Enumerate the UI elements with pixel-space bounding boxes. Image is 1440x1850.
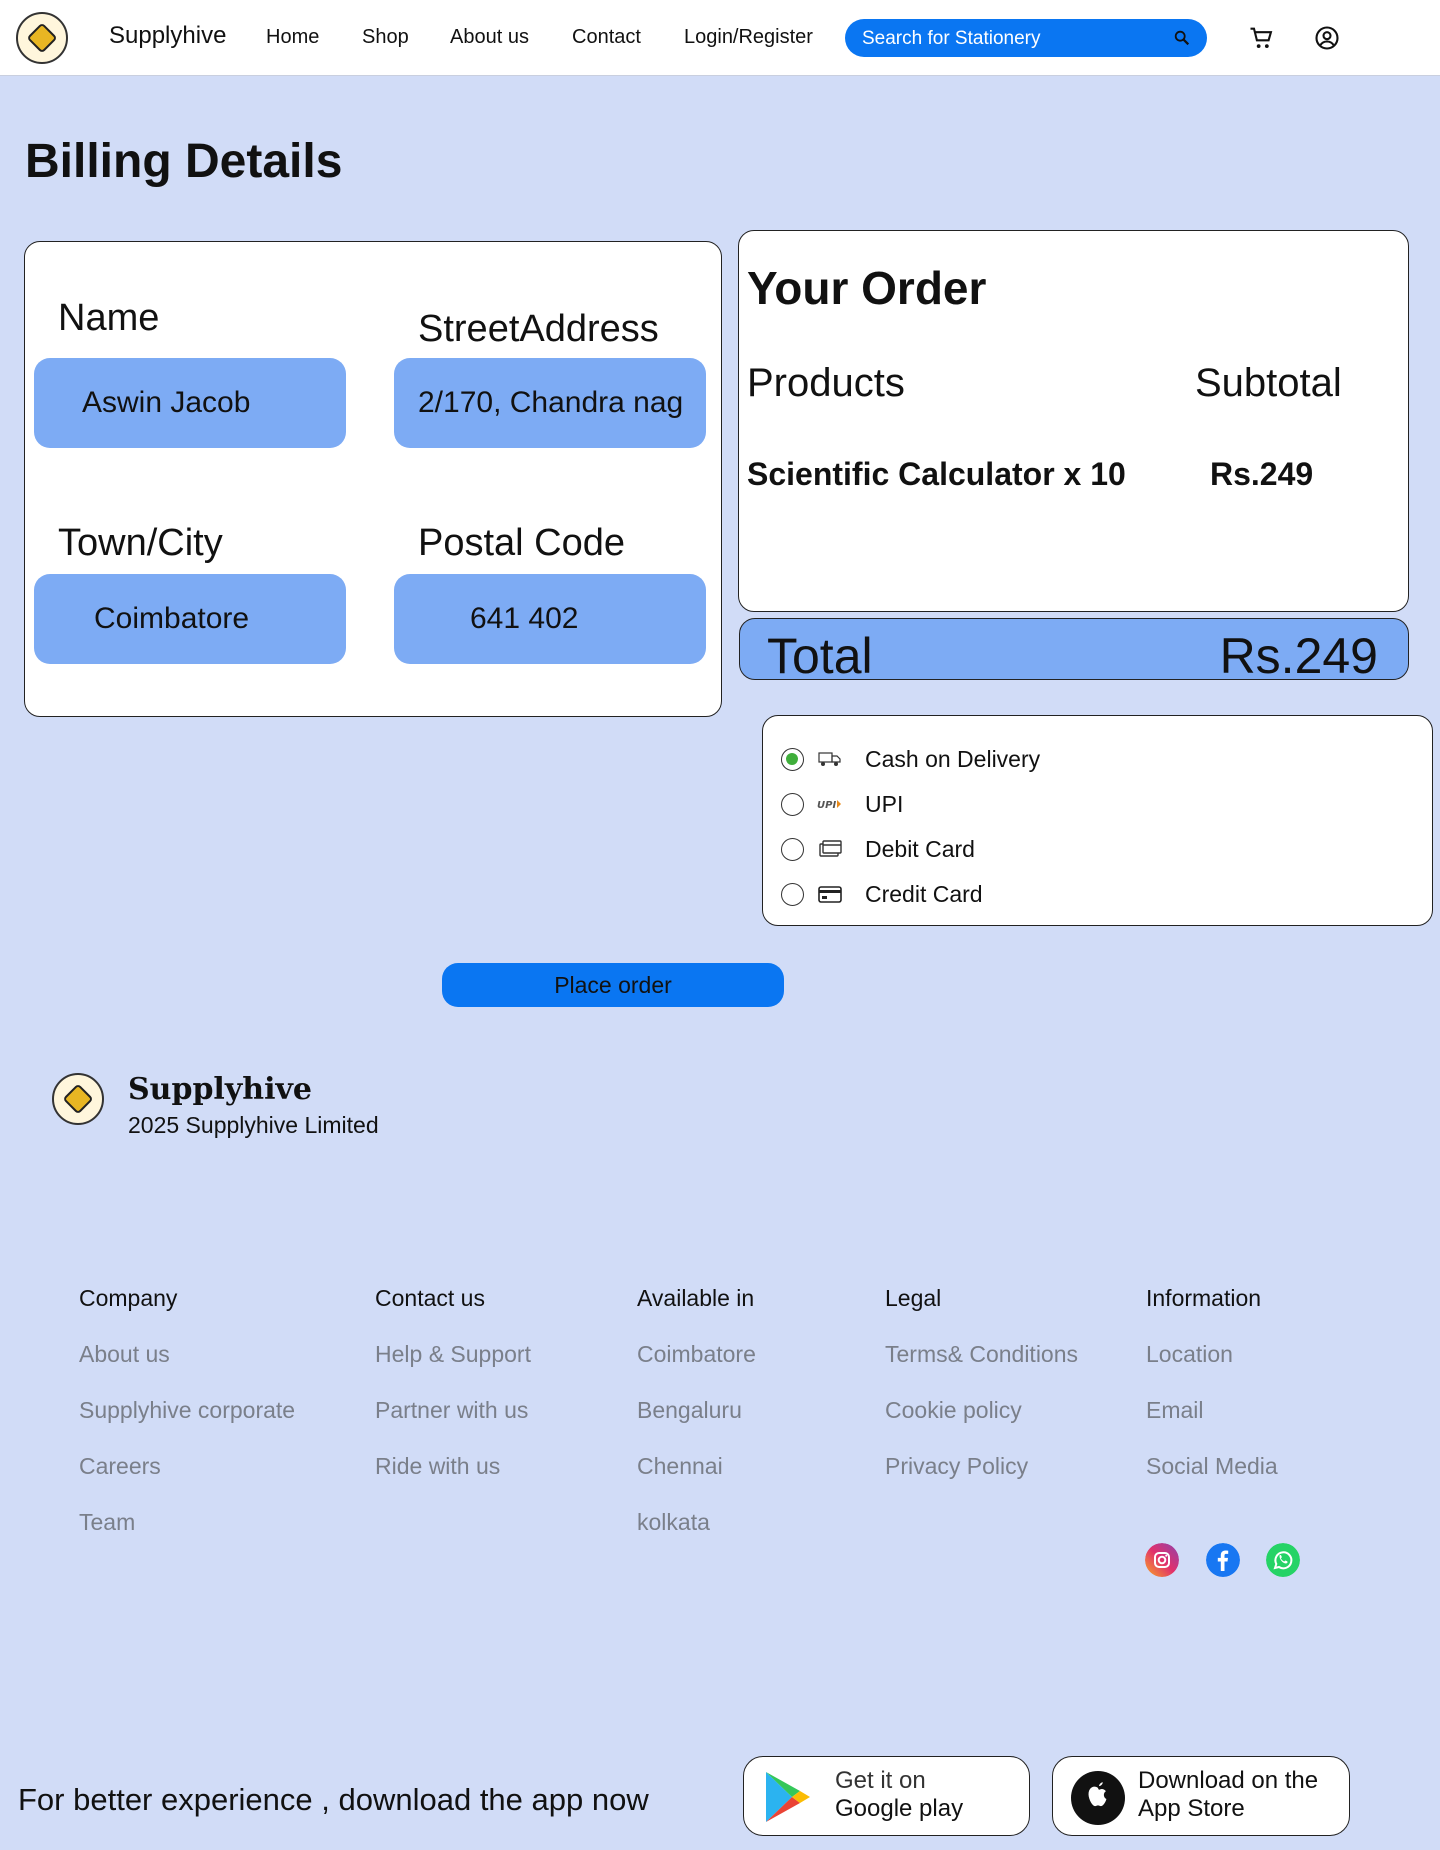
footer-col-information: Information [1146,1285,1262,1311]
postal-code-field[interactable]: 641 402 [394,574,706,664]
account-icon[interactable] [1313,24,1341,52]
footer-link-help[interactable]: Help & Support [375,1341,531,1368]
footer-col-contact: Contact us [375,1285,485,1311]
payment-method-card: Cash on Delivery UPI UPI Debit Card Cred… [762,715,1433,926]
order-summary-card: Your Order Products Subtotal Scientific … [738,230,1409,612]
debit-label: Debit Card [865,836,975,862]
total-label: Total [767,628,873,680]
order-item-name: Scientific Calculator x 10 [747,456,1126,492]
page-title: Billing Details [25,135,343,188]
upi-label: UPI [865,791,904,817]
facebook-icon[interactable] [1206,1543,1240,1577]
footer-link-terms[interactable]: Terms& Conditions [885,1341,1078,1368]
credit-radio[interactable] [781,883,804,906]
payment-option-credit[interactable]: Credit Card [781,876,1381,912]
svg-text:UPI: UPI [817,800,836,811]
footer-link-social-media[interactable]: Social Media [1146,1453,1278,1480]
nav-about-link[interactable]: About us [450,26,529,49]
footer-copyright: 2025 Supplyhive Limited [128,1112,379,1138]
debit-radio[interactable] [781,838,804,861]
street-address-label: StreetAddress [418,308,659,350]
brand-name[interactable]: Supplyhive [109,22,226,50]
whatsapp-icon[interactable] [1266,1543,1300,1577]
app-store-line2: App Store [1138,1795,1245,1822]
debit-card-icon [819,840,842,857]
street-address-field[interactable]: 2/170, Chandra nag [394,358,706,448]
credit-card-icon [818,886,842,903]
town-city-field[interactable]: Coimbatore [34,574,346,664]
footer-link-location[interactable]: Location [1146,1341,1233,1368]
payment-option-cod[interactable]: Cash on Delivery [781,741,1381,777]
name-label: Name [58,297,160,339]
app-download-cta: For better experience , download the app… [18,1782,649,1817]
cart-icon[interactable] [1247,24,1275,52]
upi-radio[interactable] [781,793,804,816]
footer-col-company: Company [79,1285,178,1311]
postal-code-label: Postal Code [418,522,626,564]
google-play-button[interactable]: Get it on Google play [743,1756,1030,1836]
total-value: Rs.249 [1219,628,1378,680]
footer-link-privacy[interactable]: Privacy Policy [885,1453,1028,1480]
footer-link-team[interactable]: Team [79,1509,135,1536]
footer-link-bengaluru[interactable]: Bengaluru [637,1397,742,1424]
app-store-line1: Download on the [1138,1767,1319,1794]
nav-login-link[interactable]: Login/Register [684,26,813,49]
footer-link-cookie[interactable]: Cookie policy [885,1397,1022,1424]
nav-home-link[interactable]: Home [266,26,319,49]
apple-icon [1071,1771,1125,1825]
billing-form-card: Name Aswin Jacob StreetAddress 2/170, Ch… [24,241,722,717]
search-icon[interactable] [1173,29,1191,47]
logo-icon[interactable] [16,12,68,64]
footer-col-available: Available in [637,1285,755,1311]
search-input[interactable]: Search for Stationery [845,19,1207,57]
search-placeholder: Search for Stationery [862,28,1041,49]
nav-contact-link[interactable]: Contact [572,26,641,49]
town-city-label: Town/City [58,522,223,564]
footer-logo-icon[interactable] [52,1073,104,1125]
order-title: Your Order [747,262,987,314]
order-total-bar: Total Rs.249 [739,618,1409,680]
products-column-header: Products [747,361,905,405]
footer-link-email[interactable]: Email [1146,1397,1204,1424]
name-field[interactable]: Aswin Jacob [34,358,346,448]
nav-shop-link[interactable]: Shop [362,26,409,49]
google-play-line1: Get it on [835,1767,926,1794]
top-nav-bar: Supplyhive Home Shop About us Contact Lo… [0,0,1440,76]
footer-link-chennai[interactable]: Chennai [637,1453,723,1480]
truck-icon [818,752,841,766]
cod-radio[interactable] [781,748,804,771]
payment-option-upi[interactable]: UPI UPI [781,786,1381,822]
app-store-button[interactable]: Download on the App Store [1052,1756,1350,1836]
footer-col-legal: Legal [885,1285,942,1311]
upi-icon: UPI [817,800,841,811]
google-play-icon [766,1772,810,1822]
footer-link-about[interactable]: About us [79,1341,170,1368]
footer-link-kolkata[interactable]: kolkata [637,1509,710,1536]
footer-link-ride[interactable]: Ride with us [375,1453,500,1480]
google-play-line2: Google play [835,1795,964,1822]
cod-label: Cash on Delivery [865,746,1041,772]
place-order-button[interactable]: Place order [442,963,784,1007]
order-item-price: Rs.249 [1210,456,1314,492]
footer-link-coimbatore[interactable]: Coimbatore [637,1341,756,1368]
footer-brand: Supplyhive [128,1072,312,1107]
payment-option-debit[interactable]: Debit Card [781,831,1381,867]
footer-link-careers[interactable]: Careers [79,1453,161,1480]
footer-link-partner[interactable]: Partner with us [375,1397,528,1424]
credit-label: Credit Card [865,881,983,907]
footer-link-corporate[interactable]: Supplyhive corporate [79,1397,295,1424]
subtotal-column-header: Subtotal [1195,361,1342,405]
instagram-icon[interactable] [1145,1543,1179,1577]
